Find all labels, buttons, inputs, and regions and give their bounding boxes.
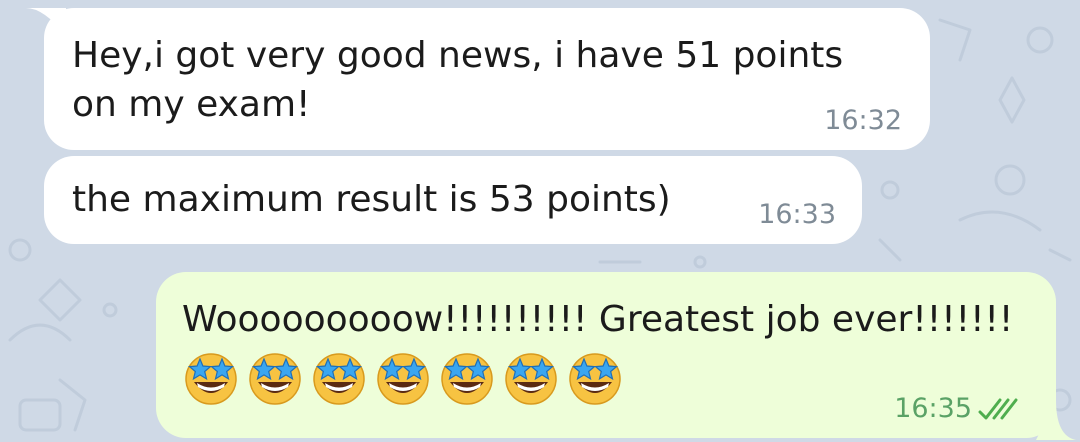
message-time: 16:32: [824, 105, 902, 136]
incoming-message-2[interactable]: the maximum result is 53 points) 16:33: [44, 156, 862, 244]
star-struck-emoji: [377, 353, 429, 405]
star-struck-emoji: [505, 353, 557, 405]
message-text: the maximum result is 53 points): [72, 179, 671, 220]
message-text-line-2: on my exam!: [72, 84, 311, 125]
double-check-icon: [978, 398, 1018, 420]
message-text: Wooooooooow!!!!!!!!!! Greatest job ever!…: [182, 299, 1014, 340]
emoji-row: [182, 348, 624, 406]
star-struck-emoji: [249, 353, 301, 405]
incoming-bubble-tail: [26, 8, 66, 36]
star-struck-emoji: [441, 353, 493, 405]
outgoing-bubble-tail: [1036, 400, 1076, 440]
star-struck-emoji: [185, 353, 237, 405]
message-time: 16:35: [894, 393, 972, 424]
message-time: 16:33: [758, 199, 836, 230]
outgoing-message[interactable]: Wooooooooow!!!!!!!!!! Greatest job ever!…: [156, 272, 1056, 438]
star-struck-emoji: [313, 353, 365, 405]
incoming-message-1[interactable]: Hey,i got very good news, i have 51 poin…: [44, 8, 930, 150]
star-struck-emoji: [569, 353, 621, 405]
message-text-line-1: Hey,i got very good news, i have 51 poin…: [72, 35, 844, 76]
